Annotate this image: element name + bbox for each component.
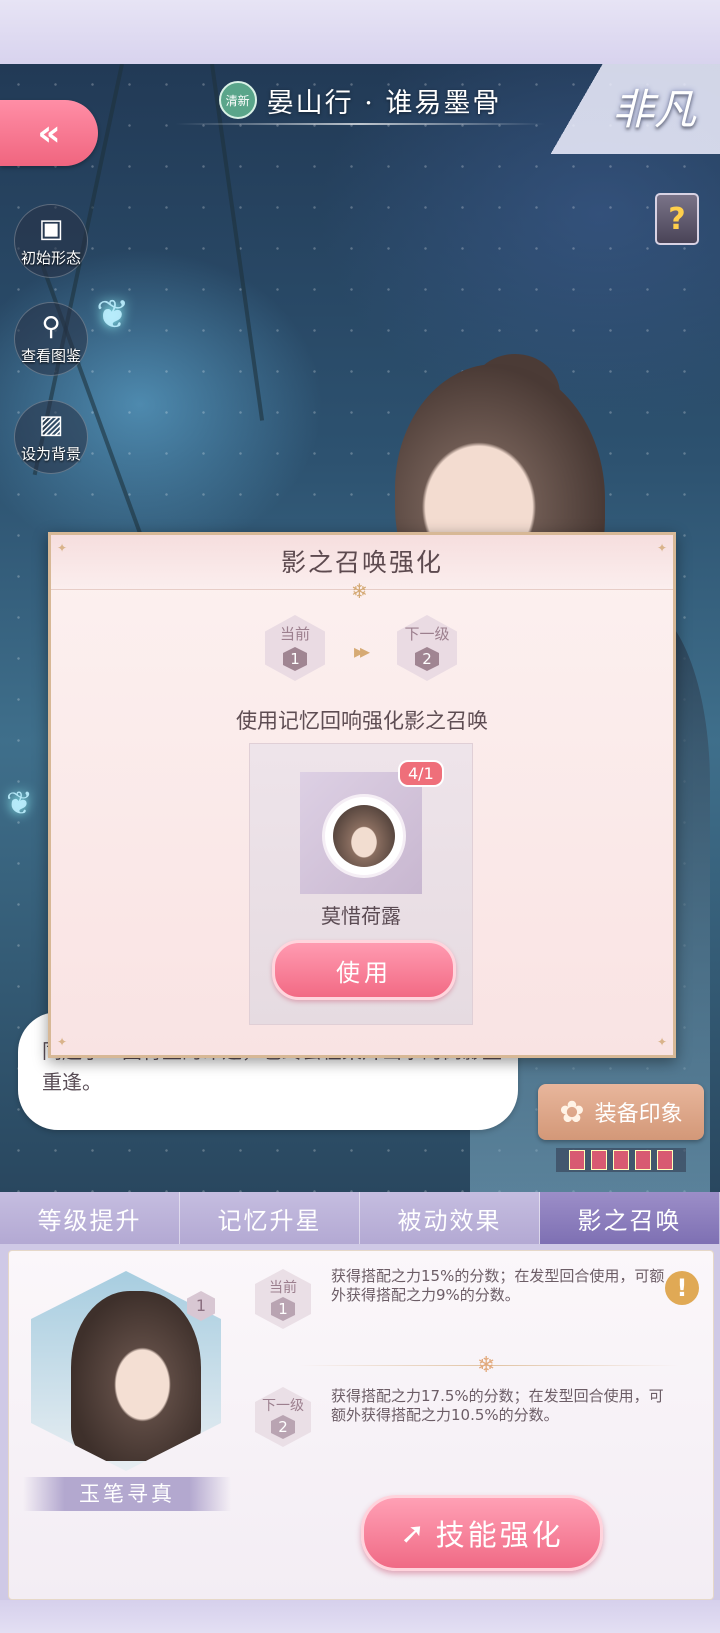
current-level-value: 1 <box>271 1297 295 1321</box>
corner-ornament: ✦ <box>57 541 68 555</box>
next-level-label: 下一级 <box>262 1398 304 1414</box>
impression-slot <box>635 1150 651 1170</box>
initial-form-label: 初始形态 <box>20 249 81 267</box>
bottom-band <box>0 1600 720 1633</box>
style-badge: 清新 <box>218 81 257 119</box>
double-chevron-left-icon: « <box>37 112 61 154</box>
modal-description: 使用记忆回响强化影之召唤 <box>236 709 488 733</box>
equip-impression-button[interactable]: ✿ 装备印象 <box>538 1084 704 1140</box>
top-band <box>0 0 720 64</box>
flower-icon: ✿ <box>559 1094 585 1130</box>
item-name: 莫惜荷露 <box>321 904 401 928</box>
snowflake-icon: ❄ <box>477 1353 496 1378</box>
corner-ornament: ✦ <box>57 1035 68 1049</box>
title-divider <box>175 123 545 125</box>
skill-panel: 1 玉笔寻真 当前 1 获得搭配之力15%的分数；在发型回合使用，可额外获得搭配… <box>8 1250 714 1600</box>
impression-slot <box>569 1150 585 1170</box>
next-effect-text: 获得搭配之力17.5%的分数；在发型回合使用，可额外获得搭配之力10.5%的分数… <box>331 1387 664 1424</box>
current-level-label: 当前 <box>269 1280 297 1296</box>
double-arrow-right-icon: ▸▸ <box>354 639 370 663</box>
initial-form-button[interactable]: ▣ 初始形态 <box>14 204 88 278</box>
help-button[interactable]: ? <box>655 193 699 245</box>
skill-enhance-label: 技能强化 <box>435 1518 564 1552</box>
character-portrait <box>71 1291 201 1461</box>
exclamation-icon[interactable]: ! <box>665 1271 699 1305</box>
use-button[interactable]: 使用 <box>272 940 456 1000</box>
current-level-value: 1 <box>283 647 307 671</box>
rarity-ribbon: 非凡 <box>530 64 720 154</box>
image-icon: ▨ <box>38 410 64 440</box>
item-panel: 4/1 莫惜荷露 使用 <box>249 743 473 1025</box>
next-level-value: 2 <box>415 647 439 671</box>
current-level-hex: 当前 1 <box>265 615 325 681</box>
portrait-icon <box>333 805 395 867</box>
tab-level-up[interactable]: 等级提升 <box>0 1192 180 1244</box>
next-level-label: 下一级 <box>404 625 450 643</box>
next-level-hex: 下一级 2 <box>397 615 457 681</box>
back-button[interactable]: « <box>0 100 98 166</box>
tab-bar: 等级提升 记忆升星 被动效果 影之召唤 <box>0 1192 720 1244</box>
snowflake-icon: ❄ <box>351 579 368 603</box>
butterfly-icon: ❦ <box>96 292 130 338</box>
item-avatar <box>322 794 406 878</box>
memory-echo-item[interactable] <box>300 772 422 894</box>
view-gallery-button[interactable]: ⚲ 查看图鉴 <box>14 302 88 376</box>
corner-ornament: ✦ <box>656 1035 667 1049</box>
impression-slots <box>556 1148 686 1172</box>
tab-shadow-summon[interactable]: 影之召唤 <box>540 1192 720 1244</box>
set-background-label: 设为背景 <box>20 445 81 463</box>
next-level-value: 2 <box>271 1415 295 1439</box>
outfit-name: 晏山行 · 谁易墨骨 <box>266 87 502 119</box>
cards-icon: ▣ <box>38 214 64 244</box>
equip-impression-label: 装备印象 <box>594 1102 683 1127</box>
enhance-modal: 影之召唤强化 ❄ ✦ ✦ ✦ ✦ 当前 1 ▸▸ 下一级 2 使用记忆回响强化影… <box>48 532 676 1058</box>
item-count-badge: 4/1 <box>398 760 444 787</box>
view-gallery-label: 查看图鉴 <box>20 347 81 365</box>
current-level-hex: 当前 1 <box>255 1269 311 1329</box>
impression-slot <box>591 1150 607 1170</box>
question-book-icon: ? <box>668 201 686 237</box>
next-level-hex: 下一级 2 <box>255 1387 311 1447</box>
modal-title: 影之召唤强化 <box>280 548 443 577</box>
skill-name: 玉笔寻真 <box>23 1477 231 1511</box>
section-divider: ❄ <box>299 1353 679 1378</box>
magnifier-icon: ⚲ <box>41 312 61 342</box>
set-background-button[interactable]: ▨ 设为背景 <box>14 400 88 474</box>
rarity-label: 非凡 <box>611 85 696 134</box>
outfit-title: 清新 晏山行 · 谁易墨骨 <box>180 74 540 126</box>
current-level-label: 当前 <box>279 625 310 643</box>
corner-ornament: ✦ <box>656 541 667 555</box>
up-arrow-icon: ➚ <box>400 1516 428 1550</box>
butterfly-icon: ❦ <box>6 784 33 822</box>
current-effect-text: 获得搭配之力15%的分数；在发型回合使用，可额外获得搭配之力9%的分数。 <box>331 1267 665 1304</box>
impression-slot <box>657 1150 673 1170</box>
skill-enhance-button[interactable]: ➚ 技能强化 <box>361 1495 603 1571</box>
tab-memory-star[interactable]: 记忆升星 <box>180 1192 360 1244</box>
impression-slot <box>613 1150 629 1170</box>
tab-passive-effect[interactable]: 被动效果 <box>360 1192 540 1244</box>
